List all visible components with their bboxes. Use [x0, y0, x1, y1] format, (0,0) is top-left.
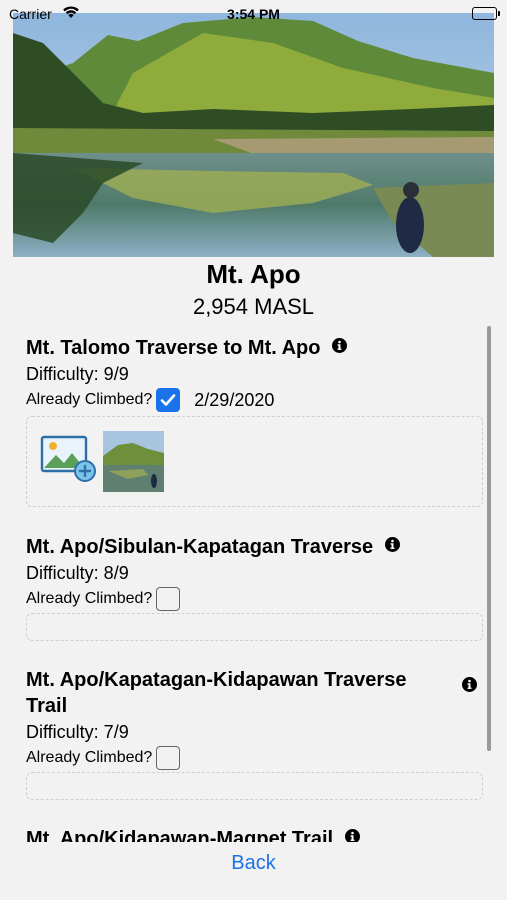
climbed-row: Already Climbed? 2/29/2020 [26, 387, 486, 413]
trail-card: Mt. Apo/Kidapawan-Magpet Trail [26, 826, 486, 842]
trail-title-line-2: Trail [26, 695, 68, 717]
already-climbed-checkbox[interactable] [156, 388, 181, 412]
trail-title: Mt. Talomo Traverse to Mt. Apo [26, 335, 456, 361]
trail-title: Mt. Apo/Kidapawan-Magpet Trail [26, 826, 456, 842]
info-icon[interactable] [384, 533, 400, 559]
trail-title-text: Mt. Apo/Kidapawan-Magpet Trail [26, 828, 334, 842]
trail-difficulty: Difficulty: 8/9 [26, 563, 129, 583]
battery-icon [472, 7, 500, 20]
trail-difficulty: Difficulty: 9/9 [26, 364, 129, 384]
trail-title: Mt. Apo/Sibulan-Kapatagan Traverse [26, 534, 456, 560]
info-icon[interactable] [462, 677, 477, 697]
climbed-date[interactable]: 2/29/2020 [194, 390, 274, 411]
trail-title-text: Mt. Talomo Traverse to Mt. Apo [26, 337, 321, 359]
trail-card: Mt. Talomo Traverse to Mt. Apo Difficult… [26, 335, 486, 413]
trail-photo-thumbnail[interactable] [103, 431, 164, 492]
trail-list[interactable]: Mt. Talomo Traverse to Mt. Apo Difficult… [0, 326, 507, 842]
scrollbar[interactable] [487, 326, 491, 751]
already-climbed-label: Already Climbed? [26, 391, 153, 408]
clock: 3:54 PM [227, 6, 280, 22]
checkmark-icon [160, 394, 176, 406]
photo-gallery [26, 416, 483, 507]
already-climbed-label: Already Climbed? [26, 590, 153, 607]
info-icon[interactable] [332, 334, 348, 360]
trail-title: Mt. Apo/Kapatagan-Kidapawan Traverse Tra… [26, 667, 456, 719]
peak-name: Mt. Apo [206, 259, 301, 289]
trail-title-line-1: Mt. Apo/Kapatagan-Kidapawan Traverse [26, 669, 407, 691]
status-bar: Carrier 3:54 PM [0, 0, 507, 28]
photo-gallery [26, 772, 483, 800]
info-icon[interactable] [344, 825, 360, 842]
trail-title-text: Mt. Apo/Sibulan-Kapatagan Traverse [26, 536, 374, 558]
add-photo-icon[interactable] [40, 435, 98, 488]
already-climbed-checkbox[interactable] [156, 746, 181, 770]
trail-difficulty: Difficulty: 7/9 [26, 722, 129, 742]
trail-card: Mt. Apo/Sibulan-Kapatagan Traverse Diffi… [26, 534, 486, 612]
photo-gallery [26, 613, 483, 641]
back-button[interactable]: Back [0, 852, 507, 875]
already-climbed-checkbox[interactable] [156, 587, 181, 611]
peak-elevation: 2,954 MASL [192, 294, 315, 319]
trail-card: Mt. Apo/Kapatagan-Kidapawan Traverse Tra… [26, 667, 486, 771]
climbed-row: Already Climbed? [26, 586, 486, 612]
already-climbed-label: Already Climbed? [26, 749, 153, 766]
peak-photo [13, 13, 494, 257]
climbed-row: Already Climbed? [26, 745, 486, 771]
